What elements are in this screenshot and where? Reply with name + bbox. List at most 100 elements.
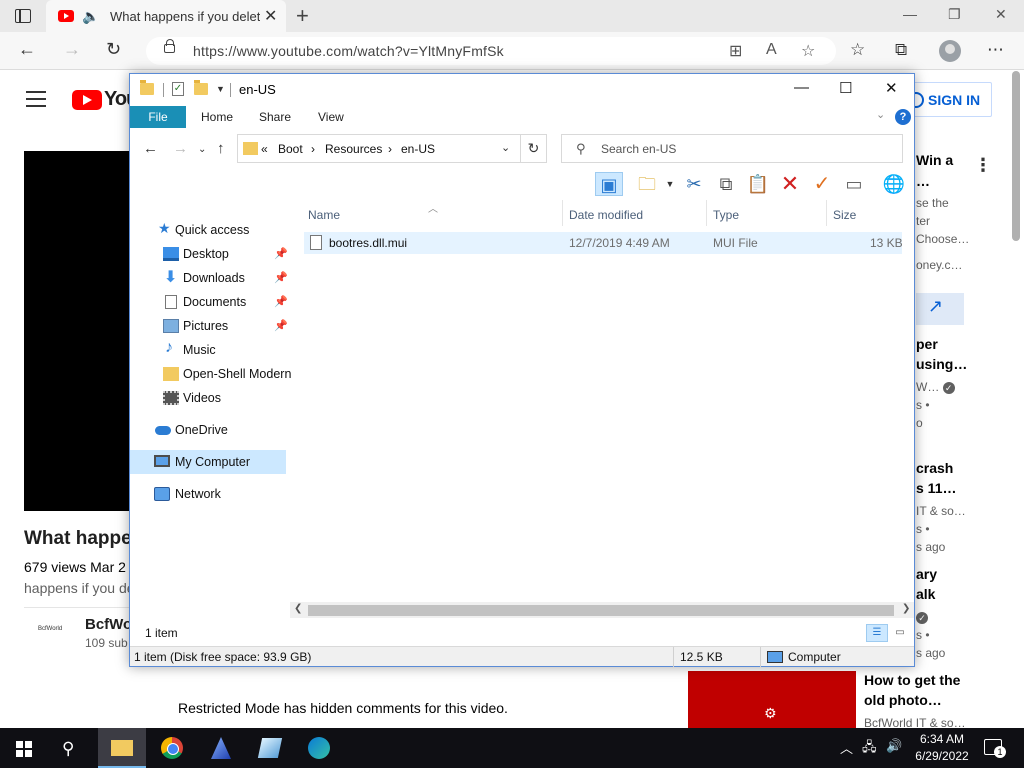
nav-videos[interactable]: Videos	[130, 386, 290, 410]
browser-tab[interactable]: 🔈 What happens if you delete ✕	[46, 0, 286, 32]
reload-icon[interactable]: ↻	[106, 39, 121, 60]
taskbar-app[interactable]	[246, 728, 294, 768]
column-type[interactable]: Type	[713, 208, 739, 222]
nav-my-computer[interactable]: My Computer	[130, 450, 286, 474]
breadcrumb-resources[interactable]: Resources	[325, 142, 382, 156]
lock-icon[interactable]	[164, 39, 175, 53]
more-vert-icon[interactable]: ⋮	[974, 155, 992, 176]
properties-check-icon[interactable]: ✓	[808, 172, 836, 196]
menu-icon[interactable]	[26, 91, 46, 112]
column-size[interactable]: Size	[833, 208, 856, 222]
pin-icon[interactable]: 📌	[274, 295, 288, 308]
taskbar-app[interactable]	[197, 728, 245, 768]
breadcrumb-overflow[interactable]: «	[261, 142, 268, 156]
scroll-left-icon[interactable]: ❮	[294, 603, 302, 614]
column-divider[interactable]	[562, 200, 563, 226]
nav-documents[interactable]: Documents 📌	[130, 290, 290, 314]
nav-openshell[interactable]: Open-Shell Modern	[130, 362, 291, 386]
profile-avatar[interactable]	[939, 40, 961, 62]
nav-pictures[interactable]: Pictures 📌	[130, 314, 290, 338]
maximize-icon[interactable]: ☐	[839, 79, 852, 97]
preview-pane-icon[interactable]: ▣	[595, 172, 623, 196]
back-icon[interactable]: ←	[143, 140, 158, 157]
paste-icon[interactable]: 📋	[744, 172, 772, 196]
recent-locations-icon[interactable]: ⌄	[198, 144, 206, 155]
pin-icon[interactable]: 📌	[274, 271, 288, 284]
minimize-icon[interactable]: —	[794, 79, 809, 96]
column-name[interactable]: Name	[308, 208, 340, 222]
notification-center-icon[interactable]: 1	[984, 739, 1006, 758]
network-icon[interactable]: 🖧	[862, 738, 877, 760]
close-icon[interactable]: ✕	[995, 6, 1007, 23]
taskbar-edge[interactable]	[295, 728, 343, 768]
properties-icon[interactable]: ✓	[172, 82, 184, 96]
related-title[interactable]: per	[916, 336, 938, 352]
taskbar-chrome[interactable]	[148, 728, 196, 768]
collections-icon[interactable]: ⧉	[895, 40, 907, 60]
customize-qa-icon[interactable]: ▼	[216, 84, 225, 94]
add-favorite-icon[interactable]: ☆	[801, 41, 815, 61]
rename-icon[interactable]: ▭	[840, 172, 868, 196]
new-tab-icon[interactable]: +	[296, 3, 309, 29]
address-breadcrumb[interactable]: « Boot › Resources › en-US ⌄	[237, 134, 547, 163]
related-title[interactable]: Win a	[916, 152, 953, 168]
nav-onedrive[interactable]: OneDrive	[130, 418, 290, 442]
tab-share[interactable]: Share	[259, 110, 291, 124]
forward-icon[interactable]: →	[63, 39, 81, 60]
scroll-right-icon[interactable]: ❯	[902, 603, 910, 614]
speaker-icon[interactable]: 🔈	[82, 8, 99, 25]
forward-icon[interactable]: →	[173, 140, 188, 157]
sign-in-button[interactable]: SIGN IN	[903, 82, 992, 117]
related-title[interactable]: crash	[916, 460, 953, 476]
breadcrumb-separator[interactable]: ›	[311, 142, 315, 156]
tab-file[interactable]: File	[130, 106, 186, 128]
pin-icon[interactable]: 📌	[274, 247, 288, 260]
tab-actions-icon[interactable]	[15, 9, 31, 23]
channel-card[interactable]: BcfWorld BcfWor 109 sub	[24, 607, 138, 659]
breadcrumb-boot[interactable]: Boot	[278, 142, 303, 156]
app-available-icon[interactable]: ⊞	[729, 41, 742, 61]
scrollbar-thumb[interactable]	[308, 605, 894, 616]
tab-view[interactable]: View	[318, 110, 344, 124]
cut-icon[interactable]: ✂	[680, 172, 708, 196]
nav-music[interactable]: ♪ Music	[130, 338, 290, 362]
tab-home[interactable]: Home	[201, 110, 233, 124]
delete-icon[interactable]: ✕	[776, 172, 804, 196]
nav-network[interactable]: Network	[130, 482, 290, 506]
clock[interactable]: 6:34 AM 6/29/2022	[915, 731, 969, 765]
details-view-icon[interactable]: ☰	[866, 624, 888, 642]
column-divider[interactable]	[706, 200, 707, 226]
breadcrumb-en-us[interactable]: en-US	[401, 142, 435, 156]
large-icons-view-icon[interactable]: ▭	[889, 624, 911, 642]
nav-downloads[interactable]: ⬇ Downloads 📌	[130, 266, 290, 290]
close-icon[interactable]: ✕	[885, 79, 898, 97]
table-row[interactable]: bootres.dll.mui 12/7/2019 4:49 AM MUI Fi…	[304, 232, 903, 254]
video-description[interactable]: happens if you de	[24, 580, 135, 596]
address-bar[interactable]: https://www.youtube.com/watch?v=YltMnyFm…	[146, 37, 836, 65]
taskbar-search[interactable]: ⚲	[48, 728, 96, 768]
explorer-title-bar[interactable]: ✓ ▼ en-US — ☐ ✕	[130, 74, 914, 106]
taskbar-file-explorer[interactable]	[98, 728, 146, 768]
chevron-down-icon[interactable]: ⌄	[501, 141, 510, 154]
up-icon[interactable]: ↑	[217, 140, 225, 157]
globe-icon[interactable]: 🌐	[880, 172, 908, 196]
related-thumbnail[interactable]	[688, 671, 856, 728]
copy-icon[interactable]: ⧉	[712, 172, 740, 196]
more-icon[interactable]: ⋯	[987, 40, 1004, 60]
windows-start-icon[interactable]	[16, 741, 32, 757]
new-folder-icon[interactable]	[194, 80, 208, 95]
column-divider[interactable]	[826, 200, 827, 226]
nav-desktop[interactable]: Desktop 📌	[130, 242, 290, 266]
refresh-icon[interactable]: ↻	[520, 134, 547, 163]
video-player[interactable]	[24, 151, 132, 511]
related-title[interactable]: using…	[916, 356, 967, 372]
chevron-down-icon[interactable]: ⌄	[876, 108, 885, 121]
related-title[interactable]: How to get the	[864, 672, 960, 688]
related-title[interactable]: s 11…	[916, 480, 956, 496]
chevron-up-icon[interactable]: ︿	[840, 738, 853, 757]
horizontal-scrollbar[interactable]: ❮ ❯	[290, 602, 914, 618]
read-aloud-icon[interactable]: A	[766, 41, 777, 59]
external-link-icon[interactable]	[916, 293, 964, 325]
url-text[interactable]: https://www.youtube.com/watch?v=YltMnyFm…	[193, 43, 504, 59]
favorites-icon[interactable]: ☆	[850, 40, 865, 60]
